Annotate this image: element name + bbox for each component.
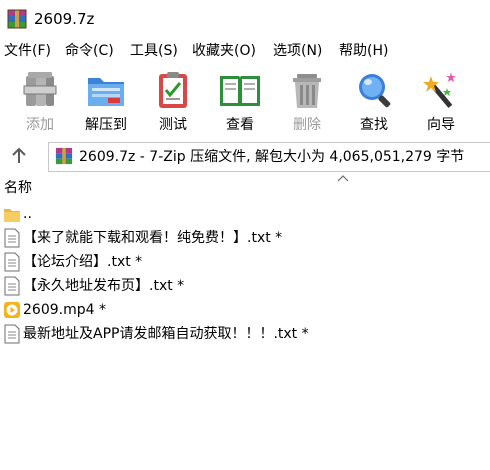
list-item[interactable]: 最新地址及APP请发邮箱自动获取！！！.txt * [0,322,490,346]
list-item[interactable]: 【来了就能下载和观看！纯免费！】.txt * [0,226,490,250]
menu-bar: 文件(F) 命令(C) 工具(S) 收藏夹(O) 选项(N) 帮助(H) [0,38,490,64]
list-item[interactable]: 【永久地址发布页】.txt * [0,274,490,298]
menu-commands[interactable]: 命令(C) [65,41,114,61]
winrar-app-icon [7,9,27,29]
sort-ascending-icon [337,175,349,182]
menu-help[interactable]: 帮助(H) [339,41,388,61]
find-label: 查找 [360,117,388,133]
delete-label: 删除 [293,117,321,133]
menu-file[interactable]: 文件(F) [4,41,51,61]
view-button[interactable]: 查看 [210,66,270,138]
text-file-icon [4,324,20,344]
file-name: 2609.mp4 * [23,302,106,318]
text-file-icon [4,228,20,248]
find-button[interactable]: 查找 [344,66,404,138]
view-book-icon [220,76,260,106]
file-name: 最新地址及APP请发邮箱自动获取！！！.txt * [23,326,309,342]
column-name-header[interactable]: 名称 [4,179,32,197]
list-item[interactable]: 2609.mp4 * [0,298,490,322]
video-file-icon [4,302,20,318]
menu-tools[interactable]: 工具(S) [130,41,178,61]
test-clipboard-icon [159,72,187,108]
add-label: 添加 [26,117,54,133]
text-file-icon [4,276,20,296]
address-field[interactable]: 2609.7z - 7-Zip 压缩文件, 解包大小为 4,065,051,27… [48,142,490,172]
up-arrow-icon[interactable] [6,146,32,166]
list-item[interactable]: .. [0,202,490,226]
wizard-wand-icon [423,72,456,109]
test-label: 测试 [159,117,187,133]
file-name: .. [23,206,32,222]
text-file-icon [4,252,20,272]
title-bar: 2609.7z [0,0,490,38]
delete-button[interactable]: 删除 [277,66,337,138]
file-name: 【来了就能下载和观看！纯免费！】.txt * [23,230,283,246]
add-archive-icon [23,72,57,106]
extract-to-label: 解压到 [85,117,127,133]
wizard-button[interactable]: 向导 [411,66,471,138]
extract-to-button[interactable]: 解压到 [76,66,136,138]
folder-icon [4,209,20,222]
toolbar: 添加 解压到 测试 查看 删除 查找 向导 [0,64,490,140]
trash-icon [293,74,321,108]
window-title: 2609.7z [34,10,95,28]
magnifier-icon [359,74,391,108]
view-label: 查看 [226,117,254,133]
menu-favorites[interactable]: 收藏夹(O) [192,41,256,61]
column-header: 名称 [0,175,490,200]
file-name: 【论坛介绍】.txt * [23,254,143,270]
list-item[interactable]: 【论坛介绍】.txt * [0,250,490,274]
menu-options[interactable]: 选项(N) [273,41,322,61]
archive-icon [55,147,73,165]
file-name: 【永久地址发布页】.txt * [23,278,185,294]
address-text: 2609.7z - 7-Zip 压缩文件, 解包大小为 4,065,051,27… [79,149,465,165]
address-bar: 2609.7z - 7-Zip 压缩文件, 解包大小为 4,065,051,27… [0,140,490,172]
test-button[interactable]: 测试 [143,66,203,138]
extract-folder-icon [88,78,124,106]
add-button[interactable]: 添加 [10,66,70,138]
wizard-label: 向导 [427,117,455,133]
